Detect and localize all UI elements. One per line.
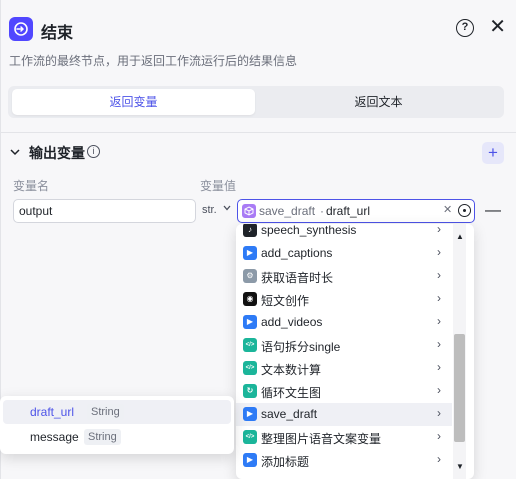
- value-field: draft_url: [326, 204, 371, 218]
- ghost-icon: ◉: [243, 292, 257, 306]
- node-item-label: 整理图片语音文案变量: [261, 432, 382, 446]
- scrollbar-thumb[interactable]: [454, 334, 465, 442]
- column-label-value: 变量值: [200, 179, 237, 193]
- scroll-up-icon[interactable]: ▲: [456, 232, 464, 241]
- column-label-name: 变量名: [13, 179, 50, 193]
- scroll-down-icon[interactable]: ▼: [456, 462, 464, 471]
- field-option-name: message: [30, 430, 79, 444]
- field-option-draft-url[interactable]: draft_url String: [3, 400, 231, 424]
- play-icon: ▶: [243, 407, 257, 421]
- node-item[interactable]: ⚙ 获取语音时长 ›: [236, 265, 452, 288]
- variable-name-input[interactable]: output: [13, 199, 196, 223]
- play-icon: ▶: [243, 246, 257, 260]
- node-item-add-videos[interactable]: ▶ add_videos ›: [236, 311, 452, 334]
- tab-return-text[interactable]: 返回文本: [257, 89, 500, 115]
- node-item-label: 文本数计算: [261, 363, 322, 377]
- chevron-right-icon: ›: [437, 245, 441, 259]
- node-item[interactable]: </> 文本数计算 ›: [236, 357, 452, 380]
- info-icon[interactable]: i: [87, 145, 100, 158]
- type-select-value: str.: [202, 204, 217, 216]
- field-popover: draft_url String message String: [0, 396, 234, 454]
- remove-variable-button[interactable]: —: [485, 202, 501, 220]
- panel-header: 结束 ? ✕: [9, 16, 508, 44]
- node-item-add-captions[interactable]: ▶ add_captions ›: [236, 242, 452, 265]
- speech-icon: ♪: [243, 224, 257, 237]
- value-separator: ·: [320, 204, 324, 218]
- node-item-label: 语句拆分single: [261, 340, 341, 354]
- clear-icon[interactable]: ✕: [443, 203, 452, 216]
- add-variable-button[interactable]: +: [482, 142, 504, 164]
- node-item-single[interactable]: </> 语句拆分single ›: [236, 334, 452, 357]
- panel-description: 工作流的最终节点，用于返回工作流运行后的结果信息: [9, 54, 298, 68]
- node-dropdown: ♪ speech_synthesis › ▶ add_captions › ⚙ 获取语音时长 ›…: [236, 224, 474, 479]
- chevron-right-icon: ›: [437, 314, 441, 328]
- chevron-right-icon: ›: [437, 268, 441, 282]
- node-item[interactable]: ▶ 添加标题 ›: [236, 449, 452, 472]
- chevron-right-icon: ›: [437, 291, 441, 305]
- help-icon[interactable]: ?: [456, 19, 474, 37]
- node-item-label: add_videos: [261, 315, 323, 329]
- cube-icon: [242, 204, 256, 218]
- node-item-label: 短文创作: [261, 294, 310, 308]
- type-select[interactable]: str.: [202, 203, 232, 216]
- collapse-chevron-icon[interactable]: [9, 146, 21, 158]
- chevron-right-icon: ›: [437, 224, 441, 236]
- section-title: 输出变量: [29, 145, 85, 161]
- close-icon[interactable]: ✕: [489, 17, 506, 37]
- section-divider: [1, 132, 516, 133]
- chevron-right-icon: ›: [437, 429, 441, 443]
- field-option-type: String: [87, 404, 124, 420]
- reference-target-icon[interactable]: [458, 204, 471, 217]
- chevron-right-icon: ›: [437, 360, 441, 374]
- chevron-right-icon: ›: [437, 337, 441, 351]
- value-source-node: save_draft: [259, 204, 316, 218]
- panel-title: 结束: [41, 25, 74, 42]
- code-icon: </>: [243, 361, 257, 375]
- node-item-label: 添加标题: [261, 455, 310, 469]
- loop-icon: ↻: [243, 384, 257, 398]
- node-item-label: save_draft: [261, 407, 318, 421]
- node-item-label: 获取语音时长: [261, 271, 334, 285]
- node-item[interactable]: ↻ 循环文生图 ›: [236, 380, 452, 403]
- variable-value-input[interactable]: save_draft · draft_url ✕: [237, 199, 475, 223]
- chevron-right-icon: ›: [437, 406, 441, 420]
- chevron-down-icon: [223, 205, 231, 211]
- node-item[interactable]: </> 整理图片语音文案变量 ›: [236, 426, 452, 449]
- field-option-message[interactable]: message String: [3, 425, 231, 449]
- chevron-right-icon: ›: [437, 383, 441, 397]
- node-item-label: add_captions: [261, 246, 333, 260]
- node-item-label: speech_synthesis: [261, 224, 357, 237]
- node-item[interactable]: ◉ 短文创作 ›: [236, 288, 452, 311]
- tab-return-variable[interactable]: 返回变量: [12, 89, 255, 115]
- field-option-name: draft_url: [30, 405, 75, 419]
- code-icon: </>: [243, 430, 257, 444]
- node-item-label: 循环文生图: [261, 386, 322, 400]
- play-icon: ▶: [243, 315, 257, 329]
- end-node-icon: [9, 17, 33, 41]
- field-option-type: String: [84, 429, 121, 445]
- mode-tabs: 返回变量 返回文本: [8, 86, 504, 118]
- node-item-speech-synthesis[interactable]: ♪ speech_synthesis ›: [236, 224, 452, 242]
- code-icon: </>: [243, 338, 257, 352]
- gear-icon: ⚙: [243, 269, 257, 283]
- play-icon: ▶: [243, 453, 257, 467]
- node-item-save-draft[interactable]: ▶ save_draft ›: [236, 403, 452, 426]
- chevron-right-icon: ›: [437, 452, 441, 466]
